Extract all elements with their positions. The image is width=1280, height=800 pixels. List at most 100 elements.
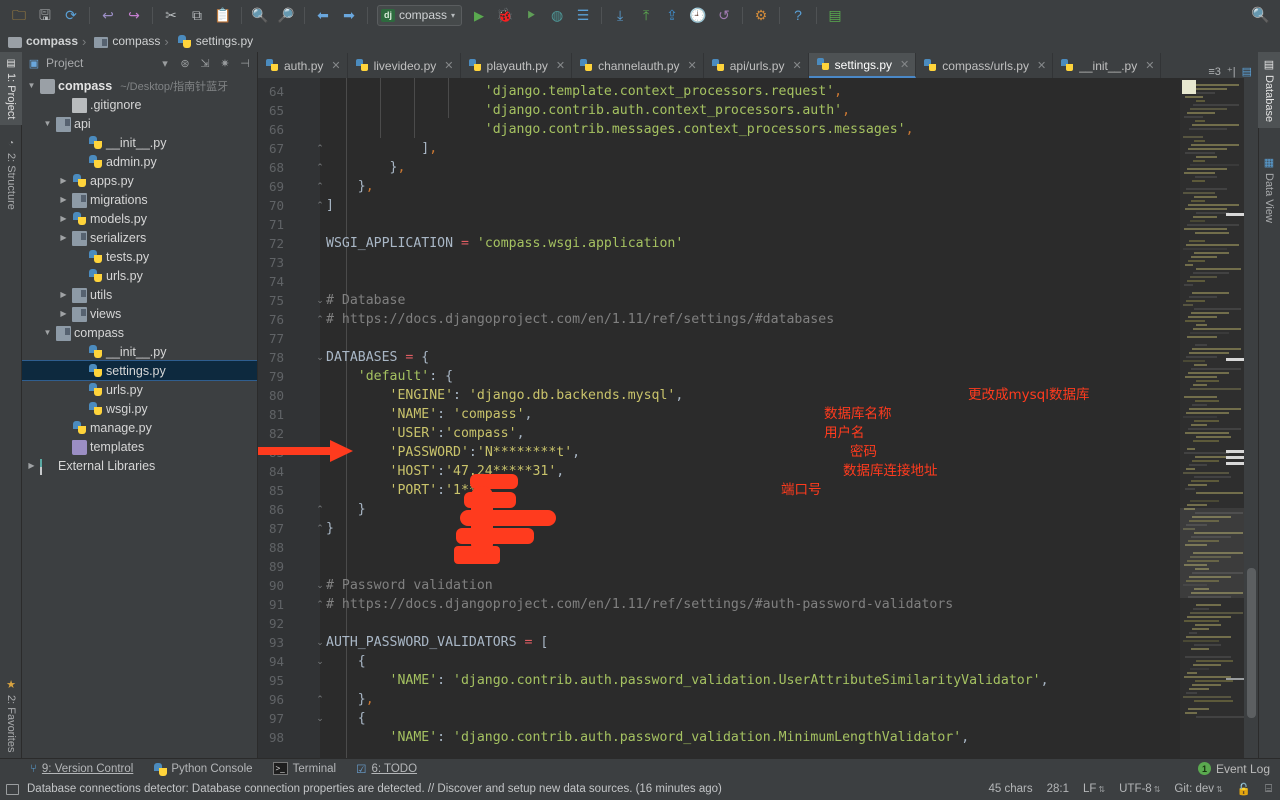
run-coverage-icon[interactable]: ⯈ (518, 3, 544, 27)
editor-scrollbar[interactable] (1244, 78, 1258, 758)
status-git-branch[interactable]: Git: dev ⇅ (1174, 783, 1222, 795)
sidebar-item-structure[interactable]: ◔ 2: Structure (0, 132, 22, 216)
database-toolbar-icon[interactable]: ▤ (822, 3, 848, 27)
editor-tab[interactable]: channelauth.py ✕ (572, 53, 704, 78)
tree-item[interactable]: ▼ api (22, 114, 257, 133)
tree-item[interactable]: urls.py (22, 266, 257, 285)
profile-icon[interactable]: ◍ (544, 3, 570, 27)
bottom-tab-version-control[interactable]: ⑂ 9: Version Control (22, 763, 145, 775)
run-icon[interactable]: ▶ (466, 3, 492, 27)
editor-tab[interactable]: __init__.py ✕ (1053, 53, 1162, 78)
view-mode-chevron-icon[interactable]: ▾ (157, 57, 173, 70)
close-icon[interactable]: ✕ (556, 59, 565, 72)
tree-item[interactable]: __init__.py (22, 342, 257, 361)
chevron-right-icon[interactable]: ▶ (58, 176, 69, 185)
collapse-all-icon[interactable]: ⇲ (197, 57, 213, 70)
tree-item[interactable]: urls.py (22, 380, 257, 399)
tree-item[interactable]: wsgi.py (22, 399, 257, 418)
tree-item[interactable]: templates (22, 437, 257, 456)
chevron-right-icon[interactable]: ▶ (26, 461, 37, 470)
sync-refresh-icon[interactable]: ⟳ (58, 3, 84, 27)
sidebar-item-favorites[interactable]: ★ 2: Favorites (0, 672, 22, 758)
tree-item[interactable]: manage.py (22, 418, 257, 437)
vcs-push-icon[interactable]: ⇪ (659, 3, 685, 27)
chevron-down-icon[interactable]: ▼ (42, 119, 53, 128)
chevron-right-icon[interactable]: ▶ (58, 309, 69, 318)
debug-icon[interactable]: 🐞 (492, 3, 518, 27)
back-icon[interactable]: ⬅ (310, 3, 336, 27)
find-icon[interactable]: 🔍 (247, 3, 273, 27)
collapse-target-icon[interactable]: ⊛ (177, 57, 193, 70)
cut-icon[interactable]: ✂ (158, 3, 184, 27)
lock-icon[interactable]: 🔓 (1237, 782, 1251, 796)
editor-gutter[interactable]: 64 65 66 67 ⌃ 68 ⌃ 69 ⌃ 70 ⌃ 71 72 73 74 75 ⌄ 76 ⌃ 77 78 ⌄ 79 8… (258, 78, 324, 758)
tree-item[interactable]: ▶ views (22, 304, 257, 323)
database-panel-icon[interactable]: ▤ (1242, 65, 1252, 78)
tree-item[interactable]: settings.py (22, 360, 257, 381)
settings-gear-icon[interactable]: ⚙ (748, 3, 774, 27)
help-icon[interactable]: ? (785, 3, 811, 27)
status-line-separator[interactable]: LF ⇅ (1083, 783, 1105, 795)
editor-minimap[interactable] (1180, 78, 1244, 758)
close-icon[interactable]: ✕ (688, 59, 697, 72)
chevron-down-icon[interactable]: ▼ (26, 81, 37, 90)
tree-item[interactable]: ▶ utils (22, 285, 257, 304)
chevron-right-icon[interactable]: ▶ (58, 233, 69, 242)
tree-item[interactable]: .gitignore (22, 95, 257, 114)
chevron-right-icon[interactable]: ▶ (58, 195, 69, 204)
sidebar-item-database[interactable]: ▤ Database (1258, 52, 1280, 129)
editor-tab[interactable]: playauth.py ✕ (461, 53, 573, 78)
pin-tab-icon[interactable]: ⁺| (1227, 65, 1236, 78)
paste-icon[interactable]: 📋 (210, 3, 236, 27)
toggle-toolbars-icon[interactable] (6, 783, 19, 795)
search-everywhere-icon[interactable]: 🔍 (1251, 6, 1270, 24)
event-log-button[interactable]: 1 Event Log (1197, 762, 1280, 776)
vcs-update-icon[interactable]: ⤓ (607, 3, 633, 27)
vcs-history-icon[interactable]: 🕘 (685, 3, 711, 27)
vcs-rollback-icon[interactable]: ↺ (711, 3, 737, 27)
open-folder-icon[interactable]: 🗀 (6, 3, 32, 27)
forward-icon[interactable]: ➡ (336, 3, 362, 27)
undo-icon[interactable]: ↩ (95, 3, 121, 27)
run-task-list-icon[interactable]: ☰ (570, 3, 596, 27)
scrollbar-thumb[interactable] (1247, 568, 1256, 718)
tree-item[interactable]: ▼ compass ~/Desktop/指南针蓝牙 (22, 76, 257, 95)
settings-gear-icon[interactable]: ✷ (217, 57, 233, 70)
close-icon[interactable]: ✕ (1037, 59, 1046, 72)
editor-tab[interactable]: livevideo.py ✕ (348, 53, 461, 78)
tree-item[interactable]: ▶ models.py (22, 209, 257, 228)
sidebar-item-project[interactable]: ▤ 1: Project (0, 52, 22, 126)
tree-item[interactable]: ▼ compass (22, 323, 257, 342)
minimap-viewport[interactable] (1180, 508, 1244, 598)
chevron-right-icon[interactable]: ▶ (58, 290, 69, 299)
code-editor[interactable]: 64 65 66 67 ⌃ 68 ⌃ 69 ⌃ 70 ⌃ 71 72 73 74 75 ⌄ 76 ⌃ 77 78 ⌄ 79 8… (258, 78, 1258, 758)
editor-tab-bar[interactable]: auth.py ✕ livevideo.py ✕ playauth.py ✕ channel… (258, 52, 1258, 78)
tree-item[interactable]: ▶ serializers (22, 228, 257, 247)
editor-tab[interactable]: auth.py ✕ (258, 53, 348, 78)
sidebar-item-data-view[interactable]: ▦ Data View (1258, 150, 1280, 229)
bottom-tab-todo[interactable]: ☑ 6: TODO (348, 762, 429, 776)
breadcrumb-item-file[interactable]: settings.py (177, 34, 259, 49)
breadcrumb-item-package[interactable]: compass › (94, 34, 176, 49)
editor-tab[interactable]: compass/urls.py ✕ (916, 53, 1054, 78)
close-icon[interactable]: ✕ (1145, 59, 1154, 72)
status-caret-position[interactable]: 28:1 (1047, 783, 1069, 795)
editor-tab[interactable]: api/urls.py ✕ (704, 53, 809, 78)
editor-tab[interactable]: settings.py ✕ (808, 53, 917, 78)
tree-item[interactable]: ▶ External Libraries (22, 456, 257, 475)
tree-item[interactable]: __init__.py (22, 133, 257, 152)
replace-icon[interactable]: 🔎 (273, 3, 299, 27)
tree-item[interactable]: tests.py (22, 247, 257, 266)
editor-code-area[interactable]: 'django.template.context_processors.requ… (320, 78, 1258, 758)
hide-panel-icon[interactable]: ⊣ (237, 57, 253, 70)
chevron-right-icon[interactable]: ▶ (58, 214, 69, 223)
close-icon[interactable]: ✕ (331, 59, 340, 72)
bottom-tab-terminal[interactable]: >_ Terminal (265, 762, 349, 775)
tree-item[interactable]: admin.py (22, 152, 257, 171)
inspection-icon[interactable]: ⌸ (1265, 783, 1272, 796)
run-configuration-selector[interactable]: dj compass ▾ (377, 4, 463, 26)
close-icon[interactable]: ✕ (444, 59, 453, 72)
status-encoding[interactable]: UTF-8 ⇅ (1119, 783, 1160, 795)
tree-item[interactable]: ▶ apps.py (22, 171, 257, 190)
chevron-down-icon[interactable]: ▼ (42, 328, 53, 337)
